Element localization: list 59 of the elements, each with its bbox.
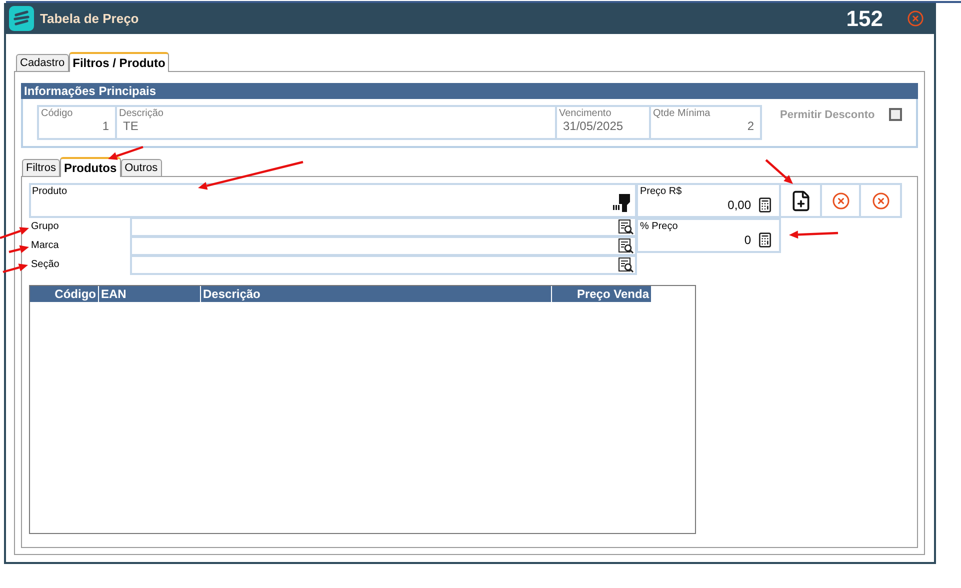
cancel-button[interactable] [820, 183, 861, 218]
field-label: Vencimento [559, 108, 612, 119]
tab[interactable]: Filtros / Produto [68, 52, 170, 72]
add-document-button[interactable] [779, 183, 822, 218]
cancel-button[interactable] [859, 183, 902, 218]
field-label: Código [41, 108, 74, 119]
field-label: Descrição [119, 108, 164, 119]
price-field[interactable]: % Preço 0 [636, 218, 781, 253]
search-list-icon[interactable] [618, 219, 634, 235]
app-logo-icon [9, 6, 34, 31]
input-field[interactable] [130, 237, 637, 256]
annotation-arrow [8, 245, 29, 254]
input-field[interactable] [130, 256, 637, 275]
column-header[interactable]: Código [30, 286, 99, 302]
field-value: TE [122, 119, 140, 133]
calculator-icon[interactable] [757, 232, 773, 248]
price-field[interactable]: Preço R$ 0,00 [636, 183, 781, 218]
barcode-scanner-icon[interactable] [613, 192, 633, 214]
tab[interactable]: Produtos [60, 157, 121, 177]
annotation-arrow [2, 264, 28, 274]
field[interactable]: Qtde Mínima 2 [649, 105, 762, 140]
field-value: 0,00 [728, 198, 751, 212]
product-field[interactable]: Produto [29, 183, 637, 218]
close-icon [832, 192, 850, 210]
field-label: Qtde Mínima [653, 108, 712, 119]
annotation-arrow [0, 227, 29, 240]
close-icon[interactable] [907, 10, 924, 27]
annotation-arrow [108, 146, 144, 160]
field-label: Produto [32, 186, 68, 199]
field-label: Marca [30, 239, 60, 253]
annotation-arrow [765, 159, 793, 184]
column-header[interactable]: EAN [99, 286, 201, 302]
record-number: 152 [846, 6, 883, 32]
field-value: 1 [101, 119, 110, 133]
field-value: 0 [744, 233, 751, 247]
field-label: Seção [30, 258, 60, 272]
checkbox-label: Permitir Desconto [780, 108, 875, 120]
search-list-icon[interactable] [618, 238, 634, 254]
field[interactable]: Vencimento 31/05/2025 [555, 105, 651, 140]
column-header[interactable]: Preço Venda [552, 286, 652, 302]
tab[interactable]: Outros [120, 159, 162, 176]
field-value: 2 [746, 119, 755, 133]
search-list-icon[interactable] [618, 257, 634, 273]
input-field[interactable] [130, 218, 637, 237]
section-header: Informações Principais [21, 83, 918, 99]
field[interactable]: Descrição TE [115, 105, 557, 140]
column-header[interactable]: Descrição [201, 286, 552, 302]
field-label: Preço R$ [640, 186, 683, 197]
close-icon [872, 192, 890, 210]
field-label: % Preço [640, 221, 679, 232]
checkbox[interactable] [888, 108, 902, 121]
annotation-arrow [789, 230, 838, 239]
field-value: 31/05/2025 [562, 119, 624, 133]
tab[interactable]: Cadastro [16, 54, 69, 71]
calculator-icon[interactable] [757, 197, 773, 213]
field-label: Grupo [30, 220, 60, 234]
field[interactable]: Código 1 [37, 105, 117, 140]
tab[interactable]: Filtros [22, 159, 60, 176]
window-title: Tabela de Preço [40, 11, 140, 26]
